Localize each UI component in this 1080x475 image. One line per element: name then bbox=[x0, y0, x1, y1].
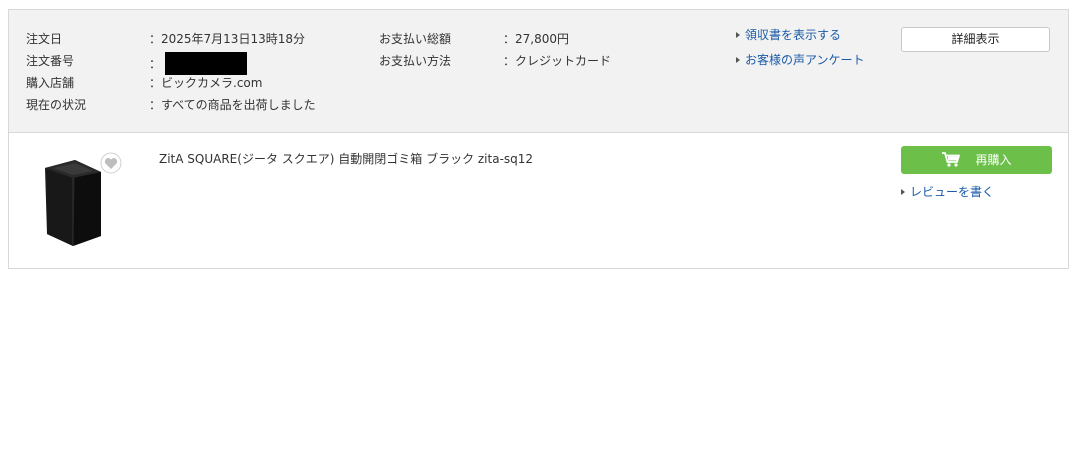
payment-method-value: ：クレジットカード bbox=[503, 54, 612, 68]
status-value: ：すべての商品を出荷しました bbox=[149, 98, 316, 112]
store-value: ：ビックカメラ.com bbox=[149, 76, 263, 90]
receipt-link[interactable]: 領収書を表示する bbox=[736, 27, 841, 43]
product-name[interactable]: ZitA SQUARE(ジータ スクエア) 自動開閉ゴミ箱 ブラック zita-… bbox=[159, 151, 533, 167]
rebuy-button-label: 再購入 bbox=[975, 153, 1012, 167]
arrow-right-icon bbox=[736, 57, 740, 63]
rebuy-button[interactable]: 再購入 bbox=[901, 146, 1052, 174]
order-header: 注文日 ：2025年7月13日13時18分 注文番号 ： 購入店舗 ：ビックカメ… bbox=[9, 10, 1068, 133]
order-number-label: 注文番号 bbox=[26, 54, 75, 68]
detail-button[interactable]: 詳細表示 bbox=[901, 27, 1050, 52]
order-date-value: ：2025年7月13日13時18分 bbox=[149, 32, 305, 46]
store-label: 購入店舗 bbox=[26, 76, 75, 90]
order-number-value: ： bbox=[149, 52, 248, 76]
survey-link[interactable]: お客様の声アンケート bbox=[736, 52, 865, 68]
receipt-link-label: 領収書を表示する bbox=[745, 28, 842, 42]
order-card: 注文日 ：2025年7月13日13時18分 注文番号 ： 購入店舗 ：ビックカメ… bbox=[8, 9, 1069, 269]
review-link[interactable]: レビューを書く bbox=[901, 184, 994, 200]
arrow-right-icon bbox=[736, 32, 740, 38]
order-date-label: 注文日 bbox=[26, 32, 63, 46]
product-image[interactable] bbox=[39, 150, 129, 250]
arrow-right-icon bbox=[901, 189, 905, 195]
order-number-redacted bbox=[165, 52, 248, 75]
review-link-label: レビューを書く bbox=[910, 185, 995, 199]
heart-icon bbox=[100, 152, 122, 174]
order-number-prefix: ： bbox=[149, 57, 162, 71]
total-value: ：27,800円 bbox=[503, 32, 569, 46]
survey-link-label: お客様の声アンケート bbox=[745, 53, 865, 67]
cart-icon bbox=[942, 151, 961, 167]
status-label: 現在の状況 bbox=[26, 98, 87, 112]
total-label: お支払い総額 bbox=[379, 32, 452, 46]
payment-method-label: お支払い方法 bbox=[379, 54, 452, 68]
trash-can-product-image bbox=[45, 152, 122, 246]
